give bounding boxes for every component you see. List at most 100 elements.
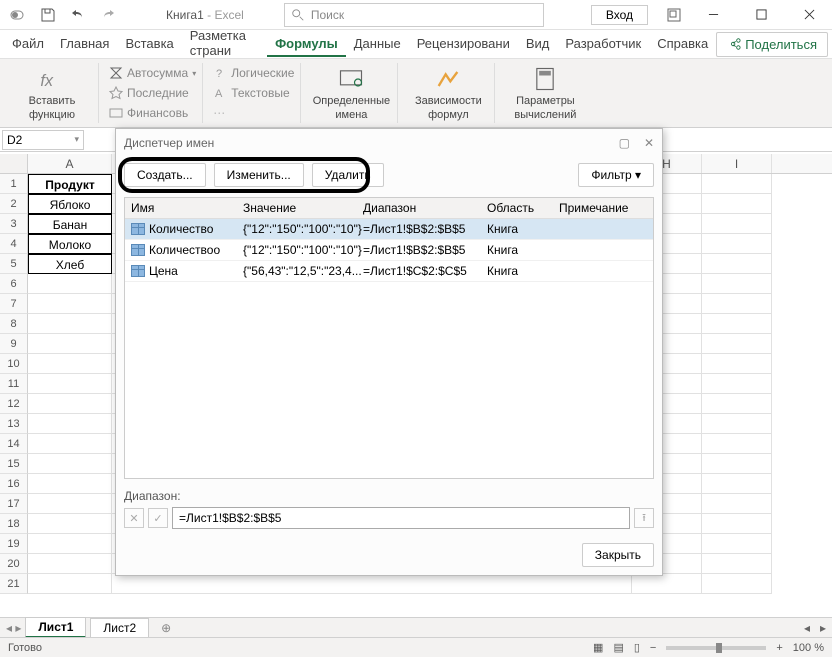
- table-row[interactable]: Цена {"56,43":"12,5":"23,4... =Лист1!$C$…: [125, 261, 653, 282]
- autosum-button[interactable]: Автосумма▾: [109, 63, 196, 83]
- col-header[interactable]: A: [28, 154, 112, 173]
- search-box[interactable]: Поиск: [284, 3, 544, 27]
- sheet-tab[interactable]: Лист2: [90, 618, 149, 637]
- calc-options-button[interactable]: Параметры вычислений: [505, 65, 585, 121]
- cell[interactable]: Молоко: [28, 234, 112, 254]
- table-row[interactable]: Количествоо {"12":"150":"100":"10"} =Лис…: [125, 240, 653, 261]
- sheet-tab[interactable]: Лист1: [25, 617, 86, 638]
- cancel-ref-button[interactable]: ✕: [124, 508, 144, 528]
- table-icon: [131, 223, 145, 235]
- row-header[interactable]: 5: [0, 254, 28, 274]
- autosave-toggle[interactable]: [4, 1, 32, 29]
- range-input[interactable]: [172, 507, 630, 529]
- zoom-in[interactable]: +: [776, 642, 782, 654]
- dialog-maximize-icon[interactable]: ▢: [619, 136, 630, 150]
- more-functions[interactable]: ⋯: [213, 103, 294, 123]
- text-button[interactable]: AТекстовые: [213, 83, 294, 103]
- col-range[interactable]: Диапазон: [357, 198, 481, 218]
- edit-button[interactable]: Изменить...: [214, 163, 304, 187]
- view-layout-icon[interactable]: ▤: [613, 641, 623, 654]
- col-note[interactable]: Примечание: [553, 198, 653, 218]
- view-normal-icon[interactable]: ▦: [593, 641, 603, 654]
- col-value[interactable]: Значение: [237, 198, 357, 218]
- insert-function-button[interactable]: fx Вставить функцию: [12, 65, 92, 121]
- cell[interactable]: Хлеб: [28, 254, 112, 274]
- tab-insert[interactable]: Вставка: [117, 32, 181, 57]
- login-button[interactable]: Вход: [591, 5, 648, 25]
- table-icon: [131, 244, 145, 256]
- tab-review[interactable]: Рецензировани: [409, 32, 518, 57]
- window-title: Книга1 - Excel: [166, 8, 244, 22]
- tab-file[interactable]: Файл: [4, 32, 52, 57]
- select-all[interactable]: [0, 154, 28, 173]
- col-scope[interactable]: Область: [481, 198, 553, 218]
- row-header[interactable]: 2: [0, 194, 28, 214]
- col-name[interactable]: Имя: [125, 198, 237, 218]
- redo-icon[interactable]: [94, 1, 122, 29]
- scroll-right[interactable]: ▸: [820, 621, 826, 635]
- col-header[interactable]: I: [702, 154, 772, 173]
- sheet-nav[interactable]: ◂ ▸: [6, 621, 21, 635]
- formula-auditing-button[interactable]: Зависимости формул: [408, 65, 488, 121]
- create-button[interactable]: Создать...: [124, 163, 206, 187]
- share-button[interactable]: Поделиться: [716, 32, 828, 57]
- search-icon: [291, 8, 305, 22]
- svg-text:fx: fx: [40, 72, 54, 90]
- names-table: Имя Значение Диапазон Область Примечание…: [124, 197, 654, 479]
- dialog-close-icon[interactable]: ✕: [644, 136, 654, 150]
- table-row[interactable]: Количество {"12":"150":"100":"10"} =Лист…: [125, 219, 653, 240]
- tab-formulas[interactable]: Формулы: [267, 32, 346, 57]
- tab-help[interactable]: Справка: [649, 32, 716, 57]
- dialog-title: Диспетчер имен: [124, 136, 214, 150]
- undo-icon[interactable]: [64, 1, 92, 29]
- close-button[interactable]: Закрыть: [582, 543, 654, 567]
- sigma-icon: [109, 66, 123, 80]
- tab-developer[interactable]: Разработчик: [557, 32, 649, 57]
- app-name: Excel: [214, 8, 243, 22]
- row-header[interactable]: 1: [0, 174, 28, 194]
- zoom-out[interactable]: −: [650, 642, 656, 654]
- filter-button[interactable]: Фильтр ▾: [578, 163, 654, 187]
- recent-button[interactable]: Последние: [109, 83, 196, 103]
- coming-soon-icon[interactable]: [660, 1, 688, 29]
- save-icon[interactable]: [34, 1, 62, 29]
- tab-view[interactable]: Вид: [518, 32, 558, 57]
- zoom-slider[interactable]: [666, 646, 766, 650]
- cell[interactable]: Продукт: [28, 174, 112, 194]
- share-icon: [727, 37, 741, 51]
- minimize-button[interactable]: [690, 0, 736, 30]
- svg-text:?: ?: [216, 68, 222, 80]
- zoom-level: 100 %: [793, 642, 824, 654]
- range-label: Диапазон:: [124, 489, 654, 503]
- close-button[interactable]: [786, 0, 832, 30]
- logical-button[interactable]: ?Логические: [213, 63, 294, 83]
- money-icon: [109, 106, 123, 120]
- financial-button[interactable]: Финансовь: [109, 103, 196, 123]
- document-name: Книга1: [166, 8, 204, 22]
- audit-icon: [434, 65, 462, 93]
- search-placeholder: Поиск: [311, 8, 344, 22]
- collapse-ref-button[interactable]: ⭱: [634, 508, 654, 528]
- defined-names-button[interactable]: Определенные имена: [311, 65, 391, 121]
- sheet-tab-bar: ◂ ▸ Лист1 Лист2 ⊕ ◂ ▸: [0, 617, 832, 637]
- tab-layout[interactable]: Разметка страни: [182, 24, 267, 64]
- row-header[interactable]: 3: [0, 214, 28, 234]
- scroll-left[interactable]: ◂: [804, 621, 810, 635]
- status-ready: Готово: [8, 642, 42, 654]
- svg-text:A: A: [215, 88, 223, 100]
- fx-icon: fx: [38, 65, 66, 93]
- name-box[interactable]: D2▾: [2, 130, 84, 150]
- table-icon: [131, 265, 145, 277]
- cell[interactable]: Банан: [28, 214, 112, 234]
- view-break-icon[interactable]: ▯: [634, 641, 640, 654]
- cell[interactable]: Яблоко: [28, 194, 112, 214]
- accept-ref-button[interactable]: ✓: [148, 508, 168, 528]
- new-sheet-button[interactable]: ⊕: [153, 621, 179, 635]
- maximize-button[interactable]: [738, 0, 784, 30]
- delete-button[interactable]: Удалить: [312, 163, 384, 187]
- row-header[interactable]: 4: [0, 234, 28, 254]
- calc-icon: [531, 65, 559, 93]
- tab-home[interactable]: Главная: [52, 32, 117, 57]
- tab-data[interactable]: Данные: [346, 32, 409, 57]
- star-icon: [109, 86, 123, 100]
